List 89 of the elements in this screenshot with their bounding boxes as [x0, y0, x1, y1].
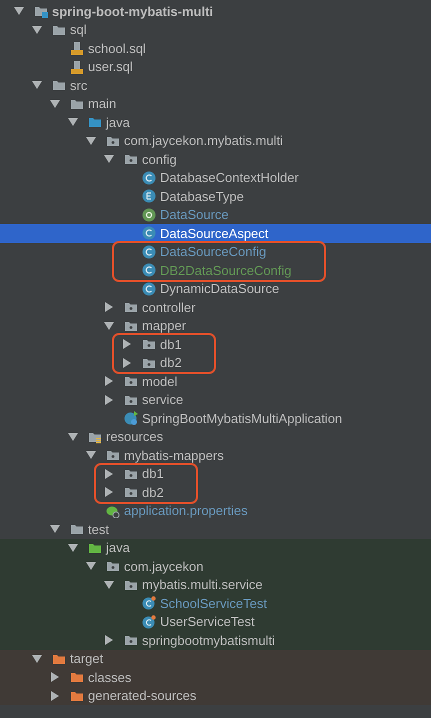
- tree-item[interactable]: SchoolServiceTest: [0, 594, 431, 612]
- expand-arrow-icon[interactable]: [104, 394, 114, 405]
- tree-item[interactable]: controller: [0, 298, 431, 316]
- package-folder-icon: [124, 633, 138, 648]
- tree-item[interactable]: db1: [114, 335, 192, 354]
- tree-item[interactable]: mybatis.multi.service: [0, 576, 431, 594]
- tree-item[interactable]: model: [0, 372, 431, 390]
- tree-item[interactable]: DataSourceConfig: [114, 242, 302, 261]
- tree-item[interactable]: DynamicDataSource: [0, 280, 431, 298]
- tree-item[interactable]: DatabaseType: [0, 187, 431, 206]
- collapse-arrow-icon[interactable]: [104, 580, 114, 590]
- expand-arrow-icon[interactable]: [122, 358, 132, 368]
- tree-item[interactable]: main: [0, 94, 431, 113]
- package-folder-icon: [124, 300, 138, 314]
- tree-item[interactable]: test: [0, 520, 431, 538]
- package-folder-icon: [106, 559, 120, 574]
- expand-arrow-icon[interactable]: [50, 690, 60, 701]
- tree-item[interactable]: db2: [96, 483, 174, 502]
- tree-item[interactable]: school.sql: [0, 39, 431, 58]
- collapse-arrow-icon[interactable]: [32, 24, 42, 35]
- folder-icon: [52, 78, 66, 92]
- tree-item[interactable]: com.jaycekon.mybatis.multi: [0, 132, 431, 150]
- module-folder-icon: [34, 4, 48, 18]
- package-folder-icon: [124, 374, 138, 388]
- tree-item[interactable]: mybatis-mappers: [0, 446, 431, 464]
- tree-item[interactable]: resources: [0, 428, 431, 446]
- collapse-arrow-icon[interactable]: [104, 154, 114, 164]
- collapse-arrow-icon[interactable]: [32, 80, 42, 90]
- tree-item[interactable]: src: [0, 76, 431, 94]
- collapse-arrow-icon[interactable]: [50, 98, 60, 109]
- collapse-arrow-icon[interactable]: [32, 654, 42, 664]
- tree-item[interactable]: UserServiceTest: [0, 612, 431, 631]
- folder-icon: [70, 522, 84, 536]
- expand-arrow-icon[interactable]: [50, 672, 60, 682]
- class-icon: [142, 170, 156, 185]
- class-icon: [142, 226, 156, 240]
- source-folder-icon: [88, 115, 102, 130]
- collapse-arrow-icon[interactable]: [68, 117, 78, 128]
- package-folder-icon: [106, 448, 120, 462]
- tree-item[interactable]: springbootmybatismulti: [0, 631, 431, 650]
- enum-icon: [142, 189, 156, 204]
- collapse-arrow-icon[interactable]: [86, 561, 96, 572]
- tree-item[interactable]: java: [0, 113, 431, 132]
- tree-item[interactable]: DataSourceAspect: [0, 224, 431, 242]
- collapse-arrow-icon[interactable]: [68, 542, 78, 553]
- tree-item[interactable]: com.jaycekon: [0, 557, 431, 576]
- expand-arrow-icon[interactable]: [104, 376, 114, 386]
- tree-item[interactable]: target: [0, 650, 431, 668]
- collapse-arrow-icon[interactable]: [86, 136, 96, 146]
- class-icon: [142, 263, 156, 278]
- tree-item[interactable]: DatabaseContextHolder: [0, 168, 431, 187]
- properties-file-icon: [106, 504, 120, 518]
- spring-class-icon: [124, 411, 138, 426]
- sql-file-icon: [70, 41, 84, 56]
- tree-item[interactable]: user.sql: [0, 58, 431, 76]
- tree-item[interactable]: generated-sources: [0, 686, 431, 705]
- expand-arrow-icon[interactable]: [104, 468, 114, 479]
- tree-item[interactable]: db2: [114, 354, 192, 372]
- tree-item[interactable]: db1: [96, 464, 174, 483]
- expand-arrow-icon[interactable]: [104, 302, 114, 312]
- expand-arrow-icon[interactable]: [104, 487, 114, 498]
- package-folder-icon: [124, 485, 138, 500]
- expand-arrow-icon[interactable]: [104, 635, 114, 646]
- test-class-icon: [142, 614, 156, 629]
- tree-item[interactable]: DataSource: [0, 206, 431, 224]
- tree-item[interactable]: java: [0, 538, 431, 557]
- annotation-icon: [142, 208, 156, 222]
- class-icon: [142, 282, 156, 296]
- collapse-arrow-icon[interactable]: [14, 6, 24, 16]
- tree-item[interactable]: service: [0, 390, 431, 409]
- package-folder-icon: [124, 152, 138, 166]
- collapse-arrow-icon[interactable]: [104, 320, 114, 331]
- expand-arrow-icon[interactable]: [122, 339, 132, 350]
- tree-item[interactable]: spring-boot-mybatis-multi: [0, 2, 431, 20]
- collapse-arrow-icon[interactable]: [50, 524, 60, 534]
- sql-file-icon: [70, 60, 84, 74]
- tree-item[interactable]: DB2DataSourceConfig: [114, 261, 302, 280]
- tree-item[interactable]: application.properties: [0, 502, 431, 520]
- test-class-icon: [142, 596, 156, 610]
- folder-icon: [70, 670, 84, 684]
- class-icon: [142, 244, 156, 259]
- tree-item[interactable]: classes: [0, 668, 431, 686]
- package-folder-icon: [142, 337, 156, 352]
- tree-item[interactable]: config: [0, 150, 431, 168]
- tree-item[interactable]: SpringBootMybatisMultiApplication: [0, 409, 431, 428]
- tree-item[interactable]: mapper: [0, 316, 431, 335]
- tree-item[interactable]: sql: [0, 20, 431, 39]
- collapse-arrow-icon[interactable]: [86, 450, 96, 460]
- collapse-arrow-icon[interactable]: [68, 432, 78, 442]
